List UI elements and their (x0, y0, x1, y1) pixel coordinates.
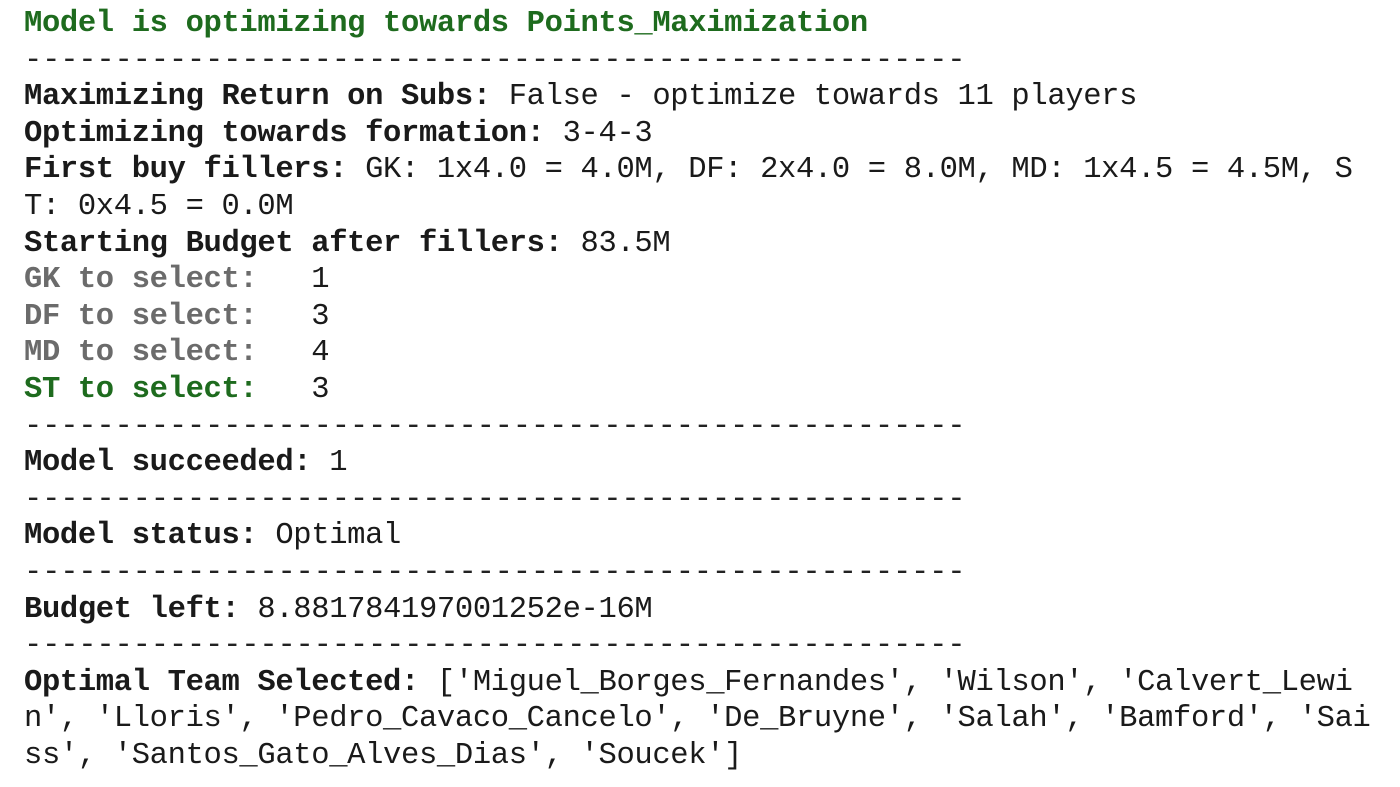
st-select-line: ST to select: 3 (24, 372, 1394, 409)
separator-line: ----------------------------------------… (24, 482, 966, 517)
model-succeeded-value: 1 (311, 446, 348, 481)
separator-line: ----------------------------------------… (24, 629, 966, 664)
subs-line: Maximizing Return on Subs: False - optim… (24, 79, 1394, 116)
df-select-label: DF to select: (24, 299, 294, 334)
gk-select-value: 1 (293, 263, 330, 298)
model-status-label: Model status: (24, 519, 258, 554)
starting-budget-line: Starting Budget after fillers: 83.5M (24, 226, 1394, 263)
starting-budget-label: Starting Budget after fillers: (24, 226, 563, 261)
gk-select-label: GK to select: (24, 263, 294, 298)
subs-value: False - optimize towards 11 players (490, 80, 1138, 115)
fillers-label: First buy fillers: (24, 153, 348, 188)
optimal-team-line: Optimal Team Selected: ['Miguel_Borges_F… (24, 665, 1374, 775)
md-select-line: MD to select: 4 (24, 335, 1394, 372)
subs-label: Maximizing Return on Subs: (24, 80, 491, 115)
separator-line: ----------------------------------------… (24, 555, 966, 590)
model-succeeded-label: Model succeeded: (24, 446, 312, 481)
optimal-team-label: Optimal Team Selected: (24, 665, 419, 700)
gk-select-line: GK to select: 1 (24, 262, 1394, 299)
model-succeeded-line: Model succeeded: 1 (24, 445, 1394, 482)
separator-line: ----------------------------------------… (24, 409, 966, 444)
budget-left-line: Budget left: 8.881784197001252e-16M (24, 592, 1394, 629)
budget-left-value: 8.881784197001252e-16M (239, 592, 653, 627)
formation-line: Optimizing towards formation: 3-4-3 (24, 116, 1394, 153)
st-select-label: ST to select: (24, 372, 294, 407)
separator-line: ----------------------------------------… (24, 43, 966, 78)
md-select-label: MD to select: (24, 336, 294, 371)
fillers-line: First buy fillers: GK: 1x4.0 = 4.0M, DF:… (24, 152, 1374, 225)
df-select-line: DF to select: 3 (24, 299, 1394, 336)
st-select-value: 3 (293, 372, 330, 407)
df-select-value: 3 (293, 299, 330, 334)
model-status-line: Model status: Optimal (24, 518, 1394, 555)
md-select-value: 4 (293, 336, 330, 371)
optimization-title: Model is optimizing towards Points_Maxim… (24, 7, 868, 41)
formation-value: 3-4-3 (544, 116, 653, 151)
formation-label: Optimizing towards formation: (24, 116, 545, 151)
budget-left-label: Budget left: (24, 592, 240, 627)
console-output: Model is optimizing towards Points_Maxim… (24, 6, 1394, 774)
starting-budget-value: 83.5M (562, 226, 671, 261)
model-status-value: Optimal (257, 519, 402, 554)
